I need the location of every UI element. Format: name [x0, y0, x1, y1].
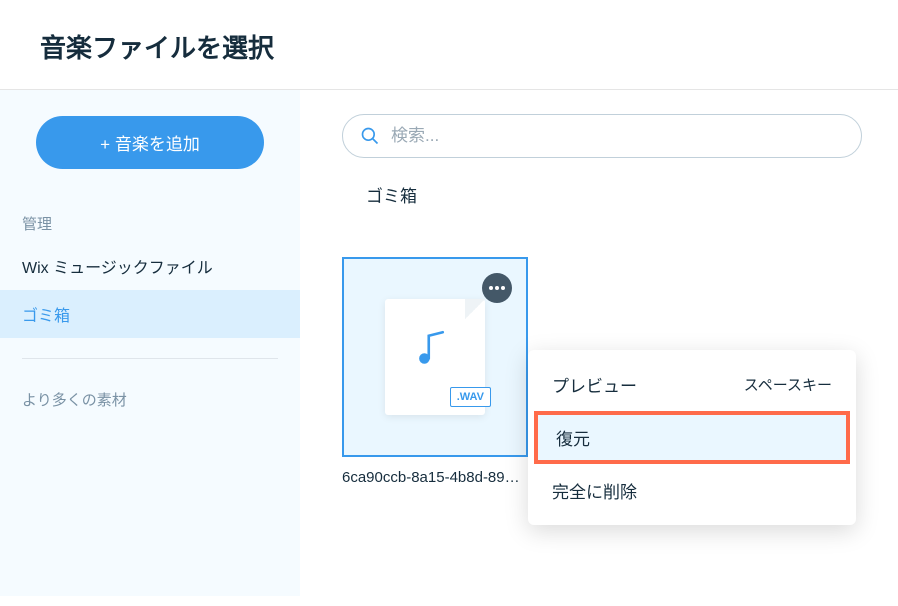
menu-item-restore[interactable]: 復元 — [534, 411, 850, 464]
ellipsis-icon — [489, 286, 505, 290]
file-thumbnail-area: .WAV 6ca90ccb-8a15-4b8d-89… — [342, 257, 528, 486]
section-label-more: より多くの素材 — [0, 379, 300, 418]
menu-item-delete[interactable]: 完全に削除 — [528, 464, 856, 517]
body: + 音楽を追加 管理 Wix ミュージックファイル ゴミ箱 より多くの素材 ゴミ… — [0, 90, 898, 596]
file-name-label: 6ca90ccb-8a15-4b8d-89… — [342, 469, 528, 486]
sidebar-divider — [22, 358, 278, 359]
search-input[interactable] — [342, 114, 862, 158]
sidebar: + 音楽を追加 管理 Wix ミュージックファイル ゴミ箱 より多くの素材 — [0, 90, 300, 596]
header: 音楽ファイルを選択 — [0, 0, 898, 89]
sidebar-item-trash[interactable]: ゴミ箱 — [0, 290, 300, 338]
add-music-button[interactable]: + 音楽を追加 — [36, 116, 264, 169]
page-title: 音楽ファイルを選択 — [40, 28, 858, 65]
add-button-wrap: + 音楽を追加 — [0, 116, 300, 203]
more-options-button[interactable] — [482, 273, 512, 303]
breadcrumb: ゴミ箱 — [342, 182, 898, 207]
music-note-icon — [413, 327, 455, 369]
menu-item-label: プレビュー — [552, 372, 637, 397]
file-fold-icon — [465, 299, 485, 319]
menu-item-preview[interactable]: プレビュー スペースキー — [528, 358, 856, 411]
file-card: .WAV — [385, 299, 485, 415]
search-icon — [360, 126, 380, 146]
menu-item-hint: スペースキー — [744, 374, 832, 395]
file-ext-badge: .WAV — [450, 387, 491, 407]
menu-item-label: 復元 — [556, 425, 590, 450]
section-label-manage: 管理 — [0, 203, 300, 242]
sidebar-item-music-files[interactable]: Wix ミュージックファイル — [0, 242, 300, 290]
search-wrap — [342, 114, 898, 158]
file-thumbnail[interactable]: .WAV — [342, 257, 528, 457]
context-menu: プレビュー スペースキー 復元 完全に削除 — [528, 350, 856, 525]
menu-item-label: 完全に削除 — [552, 478, 637, 503]
